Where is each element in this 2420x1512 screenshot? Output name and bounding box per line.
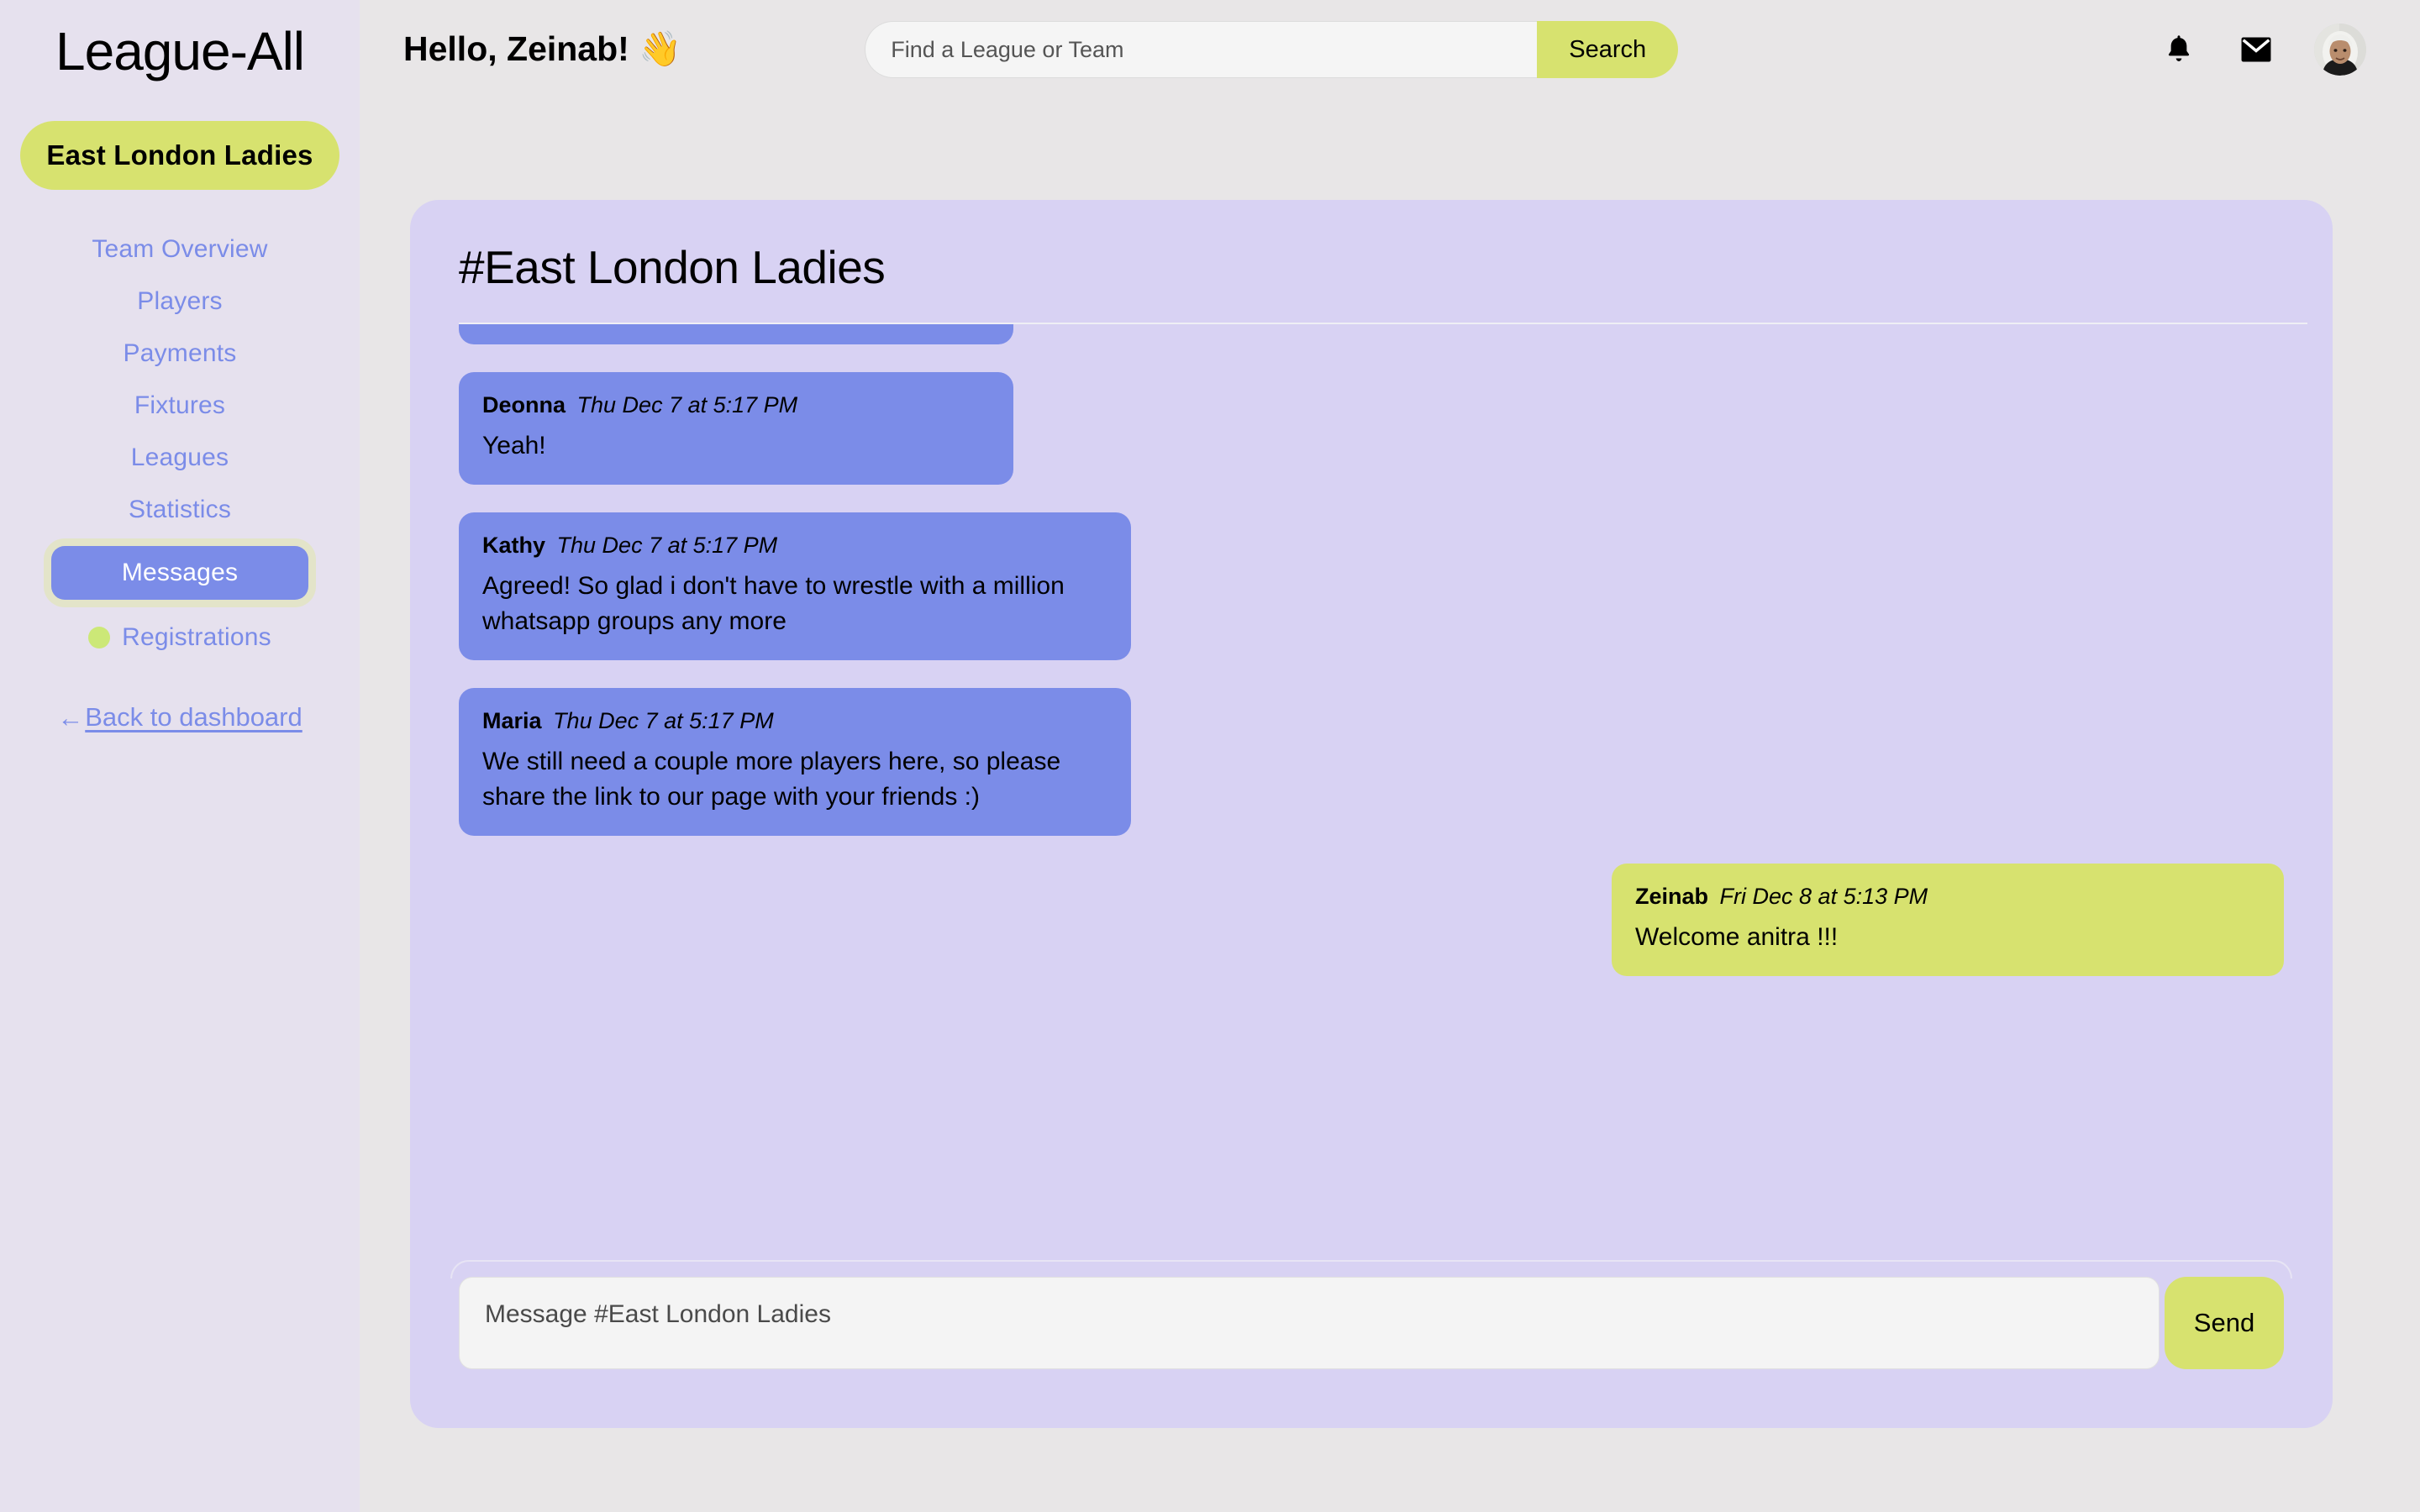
back-to-dashboard-label: Back to dashboard xyxy=(85,702,302,732)
message-timestamp: Thu Dec 7 at 5:17 PM xyxy=(576,392,798,417)
message-input[interactable] xyxy=(459,1277,2160,1369)
search-button[interactable]: Search xyxy=(1537,21,1679,78)
message-author: Deonna xyxy=(482,392,566,417)
page-title: Hello, Zeinab! 👋 xyxy=(403,29,681,70)
message-list[interactable]: Deonna Thu Dec 7 at 5:17 PM Yeah! Kathy … xyxy=(410,324,2333,1260)
main-content: Hello, Zeinab! 👋 Search xyxy=(360,0,2420,1512)
composer: Send xyxy=(459,1277,2284,1369)
avatar-photo-icon xyxy=(2314,24,2366,76)
search-bar: Search xyxy=(865,21,1679,78)
message-text: Yeah! xyxy=(482,432,546,459)
sidebar-item-messages[interactable]: Messages xyxy=(51,546,308,601)
back-to-dashboard-link[interactable]: ← Back to dashboard xyxy=(0,702,360,732)
message-author: Maria xyxy=(482,708,542,734)
waving-hand-icon: 👋 xyxy=(639,29,682,68)
sidebar-item-fixtures[interactable]: Fixtures xyxy=(0,380,360,432)
team-pill[interactable]: East London Ladies xyxy=(20,121,339,191)
message-author: Zeinab xyxy=(1635,883,1709,909)
envelope-icon xyxy=(2241,37,2271,62)
message-meta: Zeinab Fri Dec 8 at 5:13 PM xyxy=(1635,884,2260,910)
chat-panel: #East London Ladies Deonna Thu Dec 7 at … xyxy=(410,200,2333,1428)
message-author: Kathy xyxy=(482,533,546,559)
sidebar-item-statistics[interactable]: Statistics xyxy=(0,484,360,536)
app-root: League-All East London Ladies Team Overv… xyxy=(0,0,2420,1512)
message-timestamp: Fri Dec 8 at 5:13 PM xyxy=(1719,883,1928,909)
bell-icon xyxy=(2168,35,2190,61)
sidebar-item-players[interactable]: Players xyxy=(0,276,360,328)
chat-channel-title: #East London Ladies xyxy=(459,241,886,293)
brand-logo: League-All xyxy=(55,21,305,81)
sidebar-item-team-overview[interactable]: Team Overview xyxy=(0,223,360,276)
topbar: Hello, Zeinab! 👋 Search xyxy=(360,0,2420,99)
sidebar-item-leagues[interactable]: Leagues xyxy=(0,432,360,484)
list-item: Zeinab Fri Dec 8 at 5:13 PM Welcome anit… xyxy=(459,863,2284,977)
send-button[interactable]: Send xyxy=(2165,1277,2284,1369)
message-bubble-partial xyxy=(459,324,1013,344)
notifications-button[interactable] xyxy=(2160,30,2198,69)
message-meta: Deonna Thu Dec 7 at 5:17 PM xyxy=(482,392,990,418)
sidebar-item-payments[interactable]: Payments xyxy=(0,328,360,380)
messages-button[interactable] xyxy=(2237,30,2275,69)
greeting-text: Hello, Zeinab! xyxy=(403,29,629,68)
search-input[interactable] xyxy=(865,21,1538,78)
message-meta: Kathy Thu Dec 7 at 5:17 PM xyxy=(482,533,1107,559)
list-item: Maria Thu Dec 7 at 5:17 PM We still need… xyxy=(459,688,2284,836)
list-item: Deonna Thu Dec 7 at 5:17 PM Yeah! xyxy=(459,372,2284,486)
arrow-left-icon: ← xyxy=(57,702,84,732)
message-timestamp: Thu Dec 7 at 5:17 PM xyxy=(556,533,778,559)
avatar[interactable] xyxy=(2314,24,2366,76)
sidebar-item-registrations[interactable]: Registrations xyxy=(0,612,360,664)
message-bubble-own: Zeinab Fri Dec 8 at 5:13 PM Welcome anit… xyxy=(1612,863,2284,977)
status-dot-icon xyxy=(88,627,111,649)
sidebar: League-All East London Ladies Team Overv… xyxy=(0,0,360,1512)
message-text: Welcome anitra !!! xyxy=(1635,922,1839,951)
composer-divider xyxy=(450,1260,2292,1278)
message-text: Agreed! So glad i don't have to wrestle … xyxy=(482,572,1065,635)
message-bubble: Maria Thu Dec 7 at 5:17 PM We still need… xyxy=(459,688,1131,836)
list-item: Kathy Thu Dec 7 at 5:17 PM Agreed! So gl… xyxy=(459,512,2284,661)
message-timestamp: Thu Dec 7 at 5:17 PM xyxy=(553,708,774,734)
message-bubble: Deonna Thu Dec 7 at 5:17 PM Yeah! xyxy=(459,372,1013,486)
topbar-actions xyxy=(2160,24,2376,76)
message-bubble: Kathy Thu Dec 7 at 5:17 PM Agreed! So gl… xyxy=(459,512,1131,661)
list-item xyxy=(459,324,2284,344)
message-text: We still need a couple more players here… xyxy=(482,748,1061,811)
message-meta: Maria Thu Dec 7 at 5:17 PM xyxy=(482,708,1107,734)
sidebar-nav: Team Overview Players Payments Fixtures … xyxy=(0,223,360,664)
composer-area: Send xyxy=(410,1260,2333,1428)
sidebar-item-label: Registrations xyxy=(122,623,271,652)
